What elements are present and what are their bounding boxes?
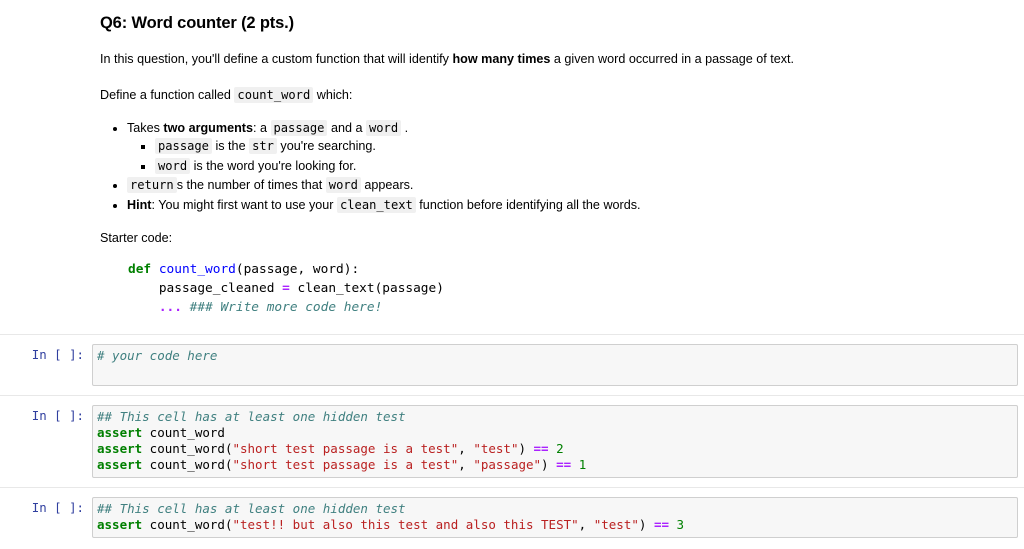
list-item-word-desc: word is the word you're looking for. — [155, 157, 994, 176]
code-token: count_word( — [142, 517, 233, 533]
intro-text-before: In this question, you'll define a custom… — [100, 51, 453, 66]
code-token: , — [578, 517, 594, 533]
inline-code-word-3: word — [325, 177, 361, 194]
code-token: "test!! but also this test and also this… — [232, 517, 579, 533]
code-editor-3[interactable]: ## This cell has at least one hidden tes… — [92, 497, 1018, 539]
code-token: "short test passage is a test" — [232, 456, 459, 472]
code-content-2[interactable]: ## This cell has at least one hidden tes… — [97, 409, 1013, 474]
starter-indent-1 — [128, 281, 159, 296]
starter-lhs: passage_cleaned — [158, 280, 283, 296]
code-token: "short test passage is a test" — [232, 440, 459, 456]
inline-code-passage-2: passage — [155, 138, 212, 155]
argument-sublist: passage is the str you're searching. wor… — [127, 137, 994, 175]
inline-code-return: return — [127, 177, 177, 194]
code-token: ## This cell has at least one hidden tes… — [97, 408, 406, 424]
inline-code-count-word: count_word — [234, 87, 314, 104]
intro-paragraph: In this question, you'll define a custom… — [100, 50, 994, 68]
code-token: assert — [97, 440, 143, 456]
list-item-returns: returns the number of times that word ap… — [127, 176, 994, 195]
code-token: , — [458, 440, 474, 456]
word-post: is the word you're looking for. — [190, 158, 357, 173]
code-token: ) — [541, 456, 557, 472]
returns-post: appears. — [360, 178, 414, 193]
takes-post: . — [401, 120, 409, 135]
markdown-content: Q6: Word counter (2 pts.) In this questi… — [100, 14, 994, 318]
code-token: ) — [518, 440, 534, 456]
code-token: count_word( — [142, 440, 233, 456]
code-token: 2 — [556, 440, 564, 456]
intro-bold: how many times — [452, 51, 551, 66]
starter-assign-operator: = — [282, 280, 290, 296]
inline-code-word-2: word — [155, 157, 191, 174]
notebook-container: Q6: Word counter (2 pts.) In this questi… — [0, 0, 1024, 548]
input-prompt-3: In [ ]: — [31, 500, 84, 516]
inline-code-clean-text: clean_text — [337, 196, 416, 213]
code-cell-1[interactable]: In [ ]: # your code here — [0, 333, 1024, 395]
list-item-passage-desc: passage is the str you're searching. — [155, 137, 994, 156]
code-token: # your code here — [97, 347, 218, 363]
code-token: assert — [97, 424, 143, 440]
code-token: == — [556, 456, 572, 472]
intro-text-after: a given word occurred in a passage of te… — [550, 51, 795, 66]
code-token: "test" — [593, 517, 639, 533]
starter-keyword-def: def — [128, 261, 152, 277]
starter-rhs: clean_text(passage) — [289, 280, 444, 296]
starter-code-block: def count_word(passage, word): passage_c… — [100, 261, 994, 318]
starter-code-label: Starter code: — [100, 230, 173, 245]
input-prompt-2: In [ ]: — [31, 407, 84, 423]
takes-mid2: and a — [327, 120, 366, 135]
takes-mid: : a — [252, 120, 271, 135]
code-token: 3 — [676, 517, 685, 533]
list-item-hint: Hint: You might first want to use your c… — [127, 196, 994, 215]
code-editor-2[interactable]: ## This cell has at least one hidden tes… — [92, 404, 1018, 479]
code-token: count_word( — [142, 456, 233, 472]
code-token: == — [653, 517, 669, 533]
code-content-1[interactable]: # your code here — [97, 348, 1013, 364]
code-token: assert — [97, 456, 143, 472]
takes-pre: Takes — [127, 120, 164, 135]
code-content-3[interactable]: ## This cell has at least one hidden tes… — [97, 501, 1013, 533]
define-paragraph: Define a function called count_word whic… — [100, 86, 994, 105]
inline-code-str: str — [249, 138, 277, 155]
takes-bold: two arguments — [163, 120, 253, 135]
list-item-takes-arguments: Takes two arguments: a passage and a wor… — [127, 119, 994, 176]
code-token: 1 — [578, 456, 587, 472]
code-token: , — [458, 456, 474, 472]
code-token: assert — [97, 517, 143, 533]
starter-ellipsis: ... — [158, 299, 182, 315]
code-token: "passage" — [473, 456, 542, 472]
code-editor-1[interactable]: # your code here — [92, 343, 1018, 386]
inline-code-word: word — [365, 119, 402, 136]
page-title: Q6: Word counter (2 pts.) — [100, 14, 294, 32]
code-cell-3[interactable]: In [ ]: ## This cell has at least one hi… — [0, 487, 1024, 548]
code-token: ) — [638, 517, 654, 533]
define-text-after: which: — [313, 88, 353, 103]
starter-function-name: count_word — [151, 261, 236, 277]
markdown-cell[interactable]: Q6: Word counter (2 pts.) In this questi… — [0, 0, 1024, 318]
inline-code-passage: passage — [270, 119, 328, 136]
define-text-before: Define a function called — [100, 88, 235, 103]
code-cell-2[interactable]: In [ ]: ## This cell has at least one hi… — [0, 394, 1024, 488]
passage-post: you're searching. — [276, 139, 376, 154]
passage-mid: is the — [211, 139, 250, 154]
starter-signature: (passage, word): — [235, 261, 360, 277]
input-prompt-1: In [ ]: — [31, 346, 84, 362]
requirements-list: Takes two arguments: a passage and a wor… — [100, 119, 994, 215]
hint-post: function before identifying all the word… — [415, 197, 641, 212]
hint-bold: Hint — [127, 197, 152, 212]
code-token: count_word — [142, 424, 225, 440]
starter-comment: ### Write more code here! — [181, 299, 383, 315]
starter-indent-2 — [128, 300, 159, 315]
returns-mid: s the number of times that — [176, 178, 326, 193]
code-token: == — [533, 440, 549, 456]
code-token: ## This cell has at least one hidden tes… — [97, 501, 406, 517]
code-token: "test" — [473, 440, 519, 456]
hint-mid: : You might first want to use your — [151, 197, 337, 212]
